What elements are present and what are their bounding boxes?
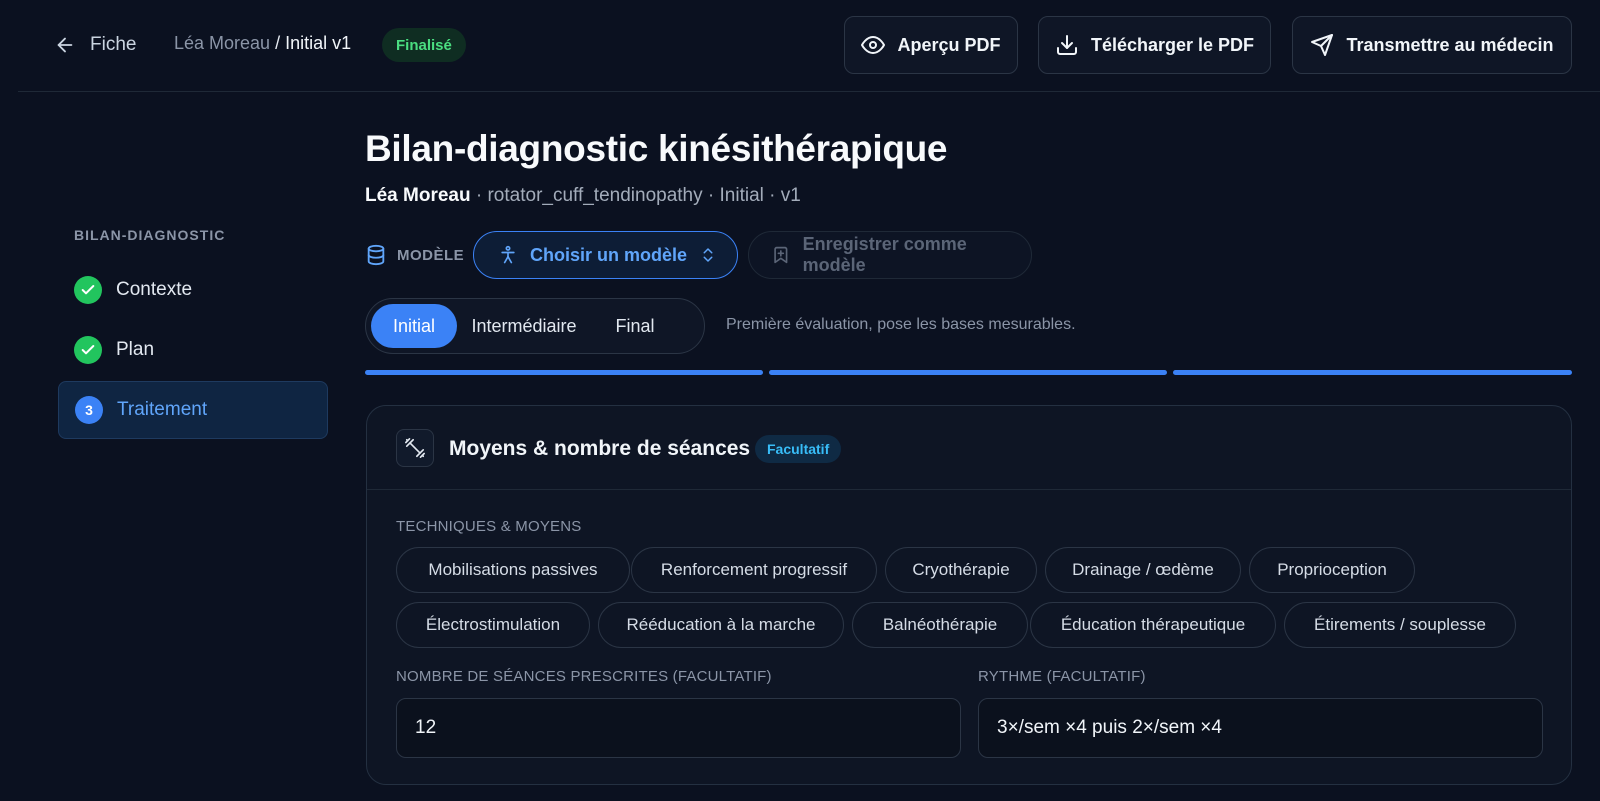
send-doctor-button[interactable]: Transmettre au médecin (1292, 16, 1572, 74)
send-icon (1311, 34, 1334, 56)
treatment-card: Moyens & nombre de séances Facultatif TE… (366, 405, 1572, 785)
card-title: Moyens & nombre de séances (449, 437, 751, 460)
choose-model-button[interactable]: Choisir un modèle (473, 231, 738, 279)
phase-option-initial[interactable]: Initial (371, 304, 457, 348)
subtitle-details: · rotator_cuff_tendinopathy · Initial · … (470, 185, 801, 206)
progress-segment-1 (365, 370, 763, 375)
database-icon (367, 244, 385, 266)
person-icon (501, 245, 515, 264)
page-title: Bilan-diagnostic kinésithérapique (365, 128, 948, 169)
chevron-up-down-icon (703, 248, 713, 262)
rhythm-field[interactable] (978, 698, 1543, 758)
page-subtitle: Léa Moreau · rotator_cuff_tendinopathy ·… (365, 185, 801, 207)
technique-chip[interactable]: Proprioception (1249, 547, 1415, 593)
technique-chip[interactable]: Éducation thérapeutique (1030, 602, 1276, 648)
preview-pdf-label: Aperçu PDF (897, 34, 1001, 55)
dumbbell-icon (396, 429, 434, 467)
sidebar-step-contexte[interactable]: Contexte (58, 261, 328, 319)
subtitle-patient: Léa Moreau (365, 185, 471, 206)
eye-icon (861, 36, 886, 54)
rhythm-label: RYTHME (FACULTATIF) (978, 668, 1146, 685)
step-number: 3 (75, 396, 103, 424)
technique-chip[interactable]: Rééducation à la marche (598, 602, 844, 648)
sidebar-title: BILAN-DIAGNOSTIC (74, 227, 226, 243)
phase-selector: Initial Intermédiaire Final (365, 298, 705, 354)
bookmark-plus-icon (774, 246, 788, 264)
check-icon (74, 276, 102, 304)
download-pdf-button[interactable]: Télécharger le PDF (1038, 16, 1271, 74)
technique-chip[interactable]: Étirements / souplesse (1284, 602, 1516, 648)
preview-pdf-button[interactable]: Aperçu PDF (844, 16, 1018, 74)
status-badge: Finalisé (382, 28, 466, 62)
technique-chip[interactable]: Balnéothérapie (852, 602, 1028, 648)
step-label: Plan (116, 339, 155, 360)
phase-option-final[interactable]: Final (591, 304, 679, 348)
phase-hint: Première évaluation, pose les bases mesu… (726, 316, 1076, 333)
sidebar-step-traitement[interactable]: 3 Traitement (58, 381, 328, 439)
breadcrumb-separator: / (270, 33, 286, 53)
breadcrumb-current: Initial v1 (285, 33, 352, 53)
phase-option-intermediaire[interactable]: Intermédiaire (457, 304, 591, 348)
progress-segment-3 (1173, 370, 1572, 375)
technique-chip[interactable]: Électrostimulation (396, 602, 590, 648)
model-label: MODÈLE (397, 246, 465, 264)
download-icon (1056, 35, 1077, 55)
step-label: Contexte (116, 279, 193, 300)
back-label: Fiche (90, 34, 137, 55)
breadcrumb: Léa Moreau / Initial v1 (174, 33, 351, 54)
optional-badge: Facultatif (755, 435, 842, 463)
download-pdf-label: Télécharger le PDF (1090, 34, 1255, 55)
progress-segment-2 (769, 370, 1167, 375)
sessions-label: NOMBRE DE SÉANCES PRESCRITES (FACULTATIF… (396, 668, 772, 685)
techniques-label: TECHNIQUES & MOYENS (396, 518, 582, 535)
send-doctor-label: Transmettre au médecin (1346, 34, 1554, 55)
technique-chip[interactable]: Drainage / œdème (1045, 547, 1241, 593)
sidebar-step-plan[interactable]: Plan (58, 321, 328, 379)
save-as-model-button[interactable]: Enregistrer comme modèle (748, 231, 1032, 279)
card-header: Moyens & nombre de séances Facultatif (367, 406, 1571, 490)
breadcrumb-patient[interactable]: Léa Moreau (174, 33, 270, 53)
technique-chip[interactable]: Cryothérapie (885, 547, 1037, 593)
back-button[interactable]: Fiche (54, 30, 136, 60)
choose-model-label: Choisir un modèle (530, 244, 688, 265)
check-icon (74, 336, 102, 364)
sessions-field[interactable] (396, 698, 961, 758)
arrow-left-icon (57, 37, 73, 53)
technique-chip[interactable]: Mobilisations passives (396, 547, 630, 593)
model-row: MODÈLE (365, 231, 464, 279)
model-label-group: MODÈLE (365, 244, 464, 266)
save-as-model-label: Enregistrer comme modèle (802, 234, 967, 275)
technique-chip[interactable]: Renforcement progressif (631, 547, 877, 593)
step-label: Traitement (117, 399, 208, 420)
